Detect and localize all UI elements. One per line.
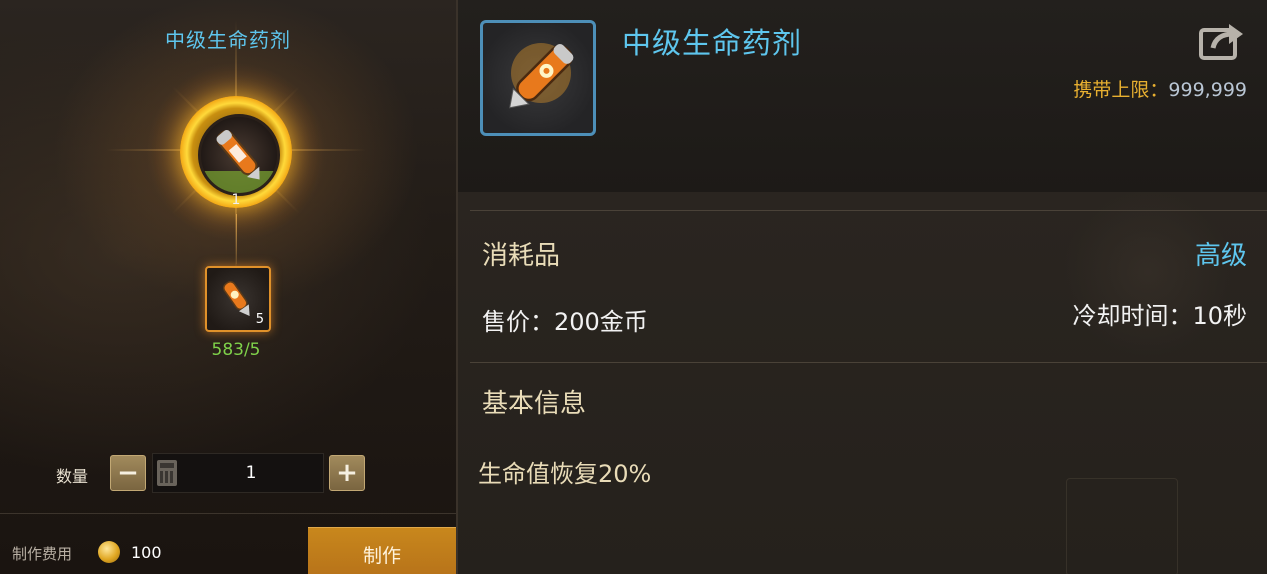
crafting-cost-value: 100	[131, 543, 162, 562]
share-icon[interactable]	[1199, 22, 1245, 60]
divider	[0, 513, 456, 514]
item-grade: 高级	[1194, 241, 1247, 271]
recipe-connector-line	[236, 214, 237, 264]
carry-limit: 携带上限：999,999	[1073, 75, 1247, 102]
quantity-value: 1	[245, 463, 257, 483]
item-category: 消耗品	[482, 241, 561, 271]
orange-potion-vial-icon	[198, 114, 280, 196]
increase-quantity-button[interactable]: +	[329, 455, 365, 491]
item-detail-panel: 中级生命药剂 携带上限：999,999 消耗品 高级 售价：200金币 冷却时间…	[458, 0, 1267, 574]
material-progress: 583/5	[211, 340, 261, 360]
item-header: 中级生命药剂 携带上限：999,999	[458, 0, 1267, 192]
carry-limit-label: 携带上限：	[1073, 79, 1169, 101]
craft-button[interactable]: 制作	[308, 527, 456, 574]
crafting-cost-label: 制作费用	[12, 545, 73, 563]
calculator-icon[interactable]	[157, 460, 177, 486]
material-quantity: 5	[255, 312, 264, 327]
crafting-panel: 中级生命药剂 1 5 583/5 数量 − 1 + 制作费用 100 制作	[0, 0, 458, 574]
divider	[470, 210, 1267, 211]
orange-potion-vial-icon	[509, 43, 574, 109]
item-title: 中级生命药剂	[622, 26, 803, 60]
decrease-quantity-button[interactable]: −	[110, 455, 146, 491]
recipe-title: 中级生命药剂	[165, 28, 291, 52]
sell-price: 售价：200金币	[482, 308, 648, 336]
basic-info-heading: 基本信息	[482, 389, 587, 419]
product-count: 1	[231, 192, 241, 208]
cooldown-time: 冷却时间：10秒	[1072, 302, 1247, 330]
item-effect: 生命值恢复20%	[478, 460, 652, 488]
quantity-label: 数量	[56, 467, 89, 486]
item-icon-frame	[480, 20, 596, 136]
gold-coin-icon	[98, 541, 120, 563]
carry-limit-value: 999,999	[1168, 79, 1247, 101]
material-slot[interactable]: 5	[205, 266, 271, 332]
quantity-input[interactable]: 1	[152, 453, 324, 493]
divider	[470, 362, 1267, 363]
background-decoration	[1066, 478, 1178, 574]
